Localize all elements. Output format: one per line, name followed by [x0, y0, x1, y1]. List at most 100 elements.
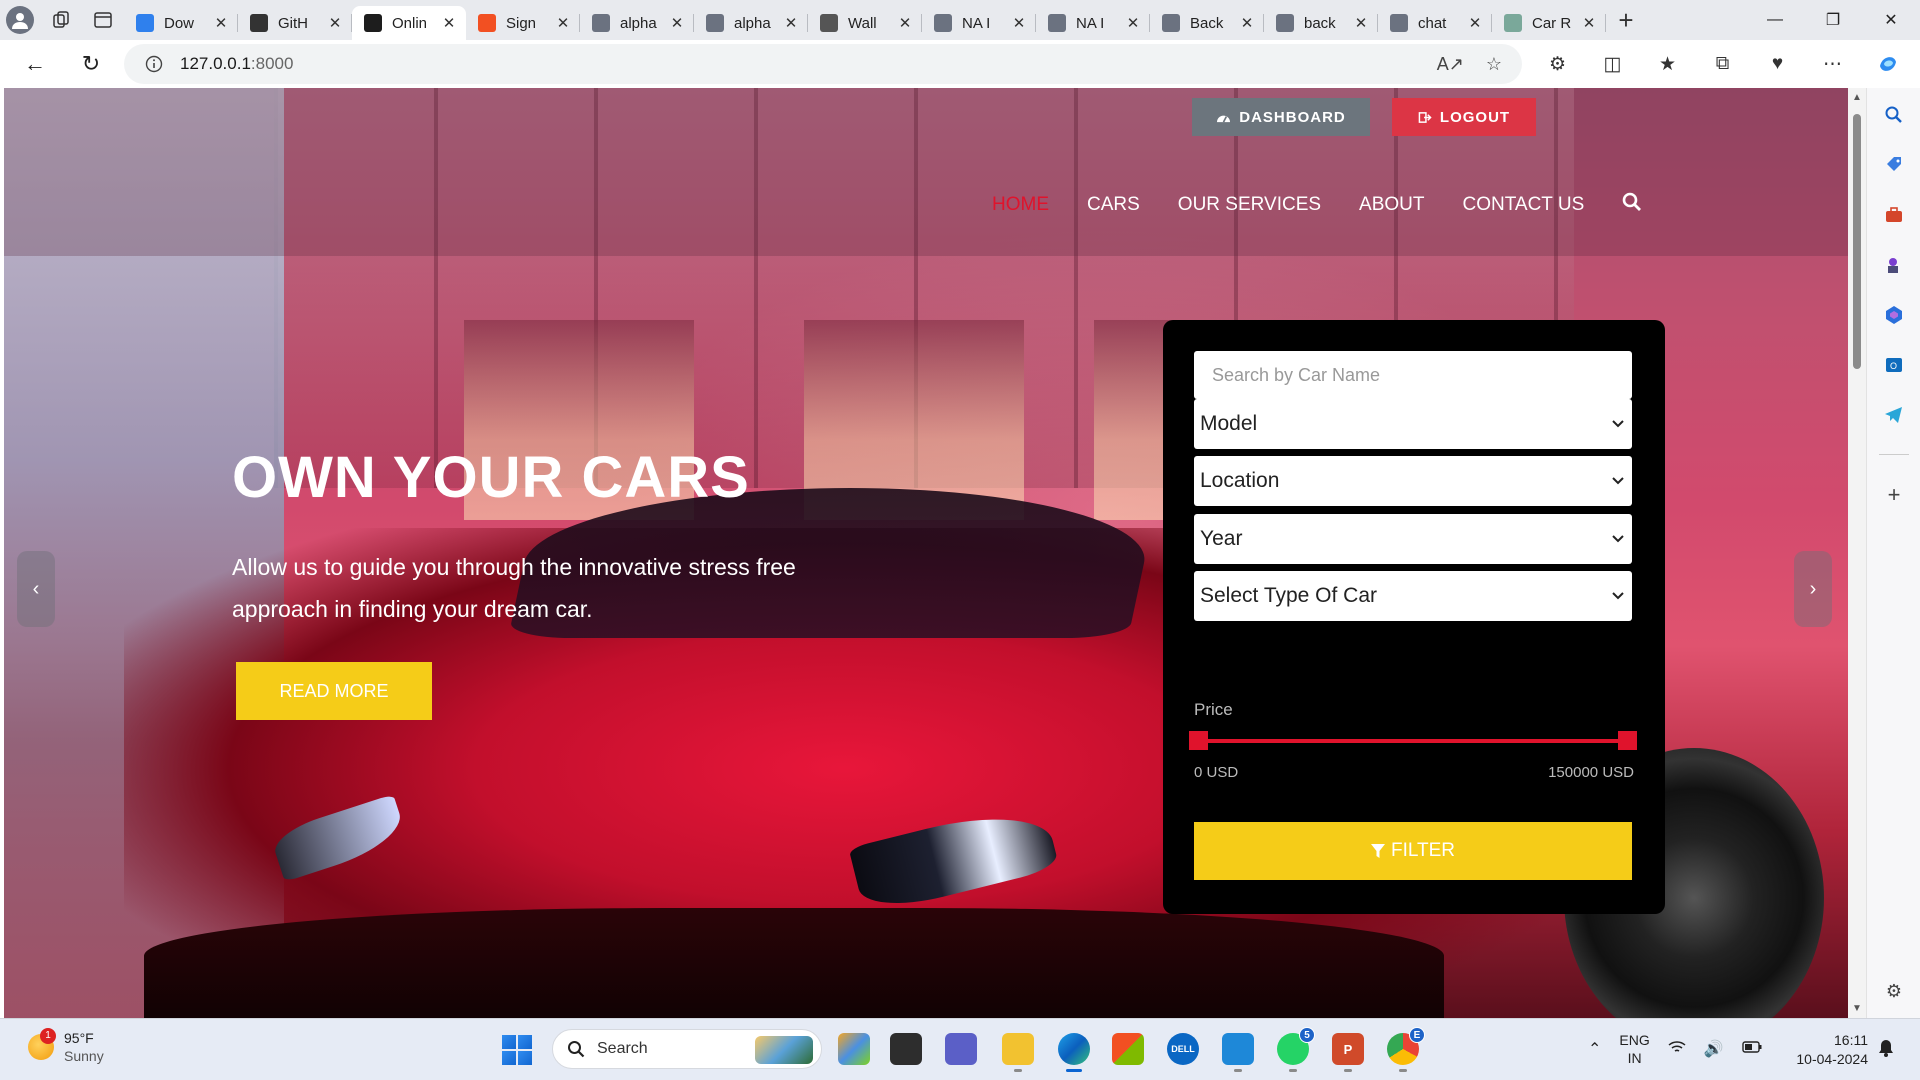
sidebar-add-icon[interactable]: + [1881, 482, 1907, 508]
carousel-prev-button[interactable]: ‹ [17, 551, 55, 627]
vscode-app-icon[interactable] [1222, 1033, 1254, 1072]
tab-close-icon[interactable]: ✕ [1352, 14, 1370, 32]
dashboard-button[interactable]: DASHBOARD [1192, 98, 1370, 136]
tab-close-icon[interactable]: ✕ [782, 14, 800, 32]
tab-close-icon[interactable]: ✕ [668, 14, 686, 32]
refresh-button[interactable]: ↻ [68, 41, 114, 87]
browser-tab[interactable]: alpha ✕ [694, 6, 808, 40]
tab-close-icon[interactable]: ✕ [1010, 14, 1028, 32]
browser-tab[interactable]: alpha ✕ [580, 6, 694, 40]
browser-tab[interactable]: GitH ✕ [238, 6, 352, 40]
language-indicator[interactable]: ENG IN [1619, 1031, 1649, 1067]
scroll-up-icon[interactable]: ▲ [1848, 92, 1866, 103]
url-bar[interactable]: 127.0.0.1:8000 A↗ ☆ [124, 44, 1522, 84]
price-min-handle[interactable] [1189, 731, 1208, 750]
favorite-star-icon[interactable]: ☆ [1486, 54, 1502, 75]
chrome-app-icon[interactable]: E [1387, 1027, 1425, 1072]
minimize-button[interactable]: — [1746, 0, 1804, 40]
read-aloud-icon[interactable]: A↗ [1437, 54, 1464, 75]
taskbar-search-box[interactable]: Search [552, 1029, 822, 1069]
back-button[interactable]: ← [12, 41, 58, 87]
sidebar-search-icon[interactable] [1881, 102, 1907, 128]
browser-tab[interactable]: chat ✕ [1378, 6, 1492, 40]
nav-contact-us[interactable]: CONTACT US [1463, 194, 1585, 216]
browser-tab[interactable]: Dow ✕ [124, 6, 238, 40]
nav-home[interactable]: HOME [992, 194, 1049, 216]
read-more-button[interactable]: READ MORE [236, 662, 432, 720]
year-select[interactable]: Year [1194, 514, 1632, 564]
location-select[interactable]: Location [1194, 456, 1632, 506]
page-scrollbar[interactable]: ▲ ▼ [1848, 88, 1866, 1018]
extensions-icon[interactable]: ⚙ [1530, 53, 1585, 76]
price-max-handle[interactable] [1618, 731, 1637, 750]
browser-tab[interactable]: back ✕ [1264, 6, 1378, 40]
browser-essentials-icon[interactable]: ♥ [1750, 53, 1805, 75]
sidebar-shopping-icon[interactable] [1881, 152, 1907, 178]
site-info-icon[interactable] [134, 55, 174, 73]
browser-tab[interactable]: NA I ✕ [1036, 6, 1150, 40]
nav-cars[interactable]: CARS [1087, 194, 1140, 216]
new-tab-button[interactable]: + [1606, 0, 1646, 40]
browser-tab[interactable]: Car R ✕ [1492, 6, 1606, 40]
notification-bell-icon[interactable] [1878, 1039, 1894, 1062]
browser-tab[interactable]: Sign ✕ [466, 6, 580, 40]
sidebar-tools-icon[interactable] [1881, 202, 1907, 228]
weather-widget[interactable]: 1 95°F Sunny [28, 1028, 104, 1065]
car-name-search-input[interactable] [1194, 351, 1632, 399]
battery-icon[interactable] [1741, 1040, 1762, 1058]
nav-our-services[interactable]: OUR SERVICES [1178, 194, 1321, 216]
tab-close-icon[interactable]: ✕ [326, 14, 344, 32]
sidebar-telegram-icon[interactable] [1881, 402, 1907, 428]
restore-button[interactable]: ❐ [1804, 0, 1862, 40]
tab-actions-button[interactable] [82, 0, 124, 40]
wifi-icon[interactable] [1668, 1040, 1686, 1059]
close-window-button[interactable]: ✕ [1862, 0, 1920, 40]
sidebar-settings-icon[interactable]: ⚙ [1881, 978, 1907, 1004]
price-range-track[interactable] [1194, 739, 1632, 743]
tray-overflow-chevron-icon[interactable]: ⌃ [1588, 1039, 1601, 1059]
filter-button[interactable]: FILTER [1194, 822, 1632, 880]
nav-about[interactable]: ABOUT [1359, 194, 1424, 216]
copilot-icon[interactable] [1860, 52, 1915, 76]
split-screen-icon[interactable]: ◫ [1585, 53, 1640, 76]
volume-icon[interactable]: 🔊 [1704, 1039, 1724, 1059]
tab-close-icon[interactable]: ✕ [554, 14, 572, 32]
workspaces-button[interactable] [40, 0, 82, 40]
powerpoint-app-icon[interactable]: P [1332, 1033, 1364, 1072]
collections-icon[interactable]: ⧉ [1695, 53, 1750, 75]
dell-app-icon[interactable]: DELL [1167, 1033, 1199, 1065]
taskbar-clock[interactable]: 16:11 10-04-2024 [1788, 1031, 1868, 1069]
carousel-next-button[interactable]: › [1794, 551, 1832, 627]
teams-app-icon[interactable] [945, 1033, 977, 1065]
tab-close-icon[interactable]: ✕ [440, 14, 458, 32]
task-view-app-icon[interactable] [890, 1033, 922, 1065]
copilot-app-icon[interactable] [838, 1033, 870, 1065]
whatsapp-app-icon[interactable]: 5 [1277, 1027, 1315, 1072]
tab-close-icon[interactable]: ✕ [896, 14, 914, 32]
model-select[interactable]: Model [1194, 399, 1632, 449]
edge-app-icon[interactable] [1058, 1033, 1090, 1072]
sidebar-outlook-icon[interactable]: O [1881, 352, 1907, 378]
browser-tab[interactable]: Wall ✕ [808, 6, 922, 40]
scroll-thumb[interactable] [1853, 114, 1861, 369]
car-type-select[interactable]: Select Type Of Car [1194, 571, 1632, 621]
tab-close-icon[interactable]: ✕ [1580, 14, 1598, 32]
more-menu-icon[interactable]: ⋯ [1805, 53, 1860, 76]
windows-start-icon[interactable] [502, 1035, 532, 1065]
scroll-down-icon[interactable]: ▼ [1848, 1003, 1866, 1014]
tab-close-icon[interactable]: ✕ [1124, 14, 1142, 32]
browser-tab[interactable]: NA I ✕ [922, 6, 1036, 40]
profile-button[interactable] [0, 0, 40, 40]
logout-button[interactable]: LOGOUT [1392, 98, 1536, 136]
nav-search-icon[interactable] [1622, 192, 1642, 217]
ms-store-app-icon[interactable] [1112, 1033, 1144, 1065]
sidebar-microsoft365-icon[interactable] [1881, 302, 1907, 328]
favorites-icon[interactable]: ★ [1640, 53, 1695, 76]
browser-tab[interactable]: Back ✕ [1150, 6, 1264, 40]
file-explorer-icon[interactable] [1002, 1033, 1034, 1072]
url-text[interactable]: 127.0.0.1:8000 [180, 54, 293, 74]
tab-close-icon[interactable]: ✕ [1466, 14, 1484, 32]
tab-close-icon[interactable]: ✕ [212, 14, 230, 32]
browser-tab-active[interactable]: Onlin ✕ [352, 6, 466, 40]
sidebar-games-icon[interactable] [1881, 252, 1907, 278]
